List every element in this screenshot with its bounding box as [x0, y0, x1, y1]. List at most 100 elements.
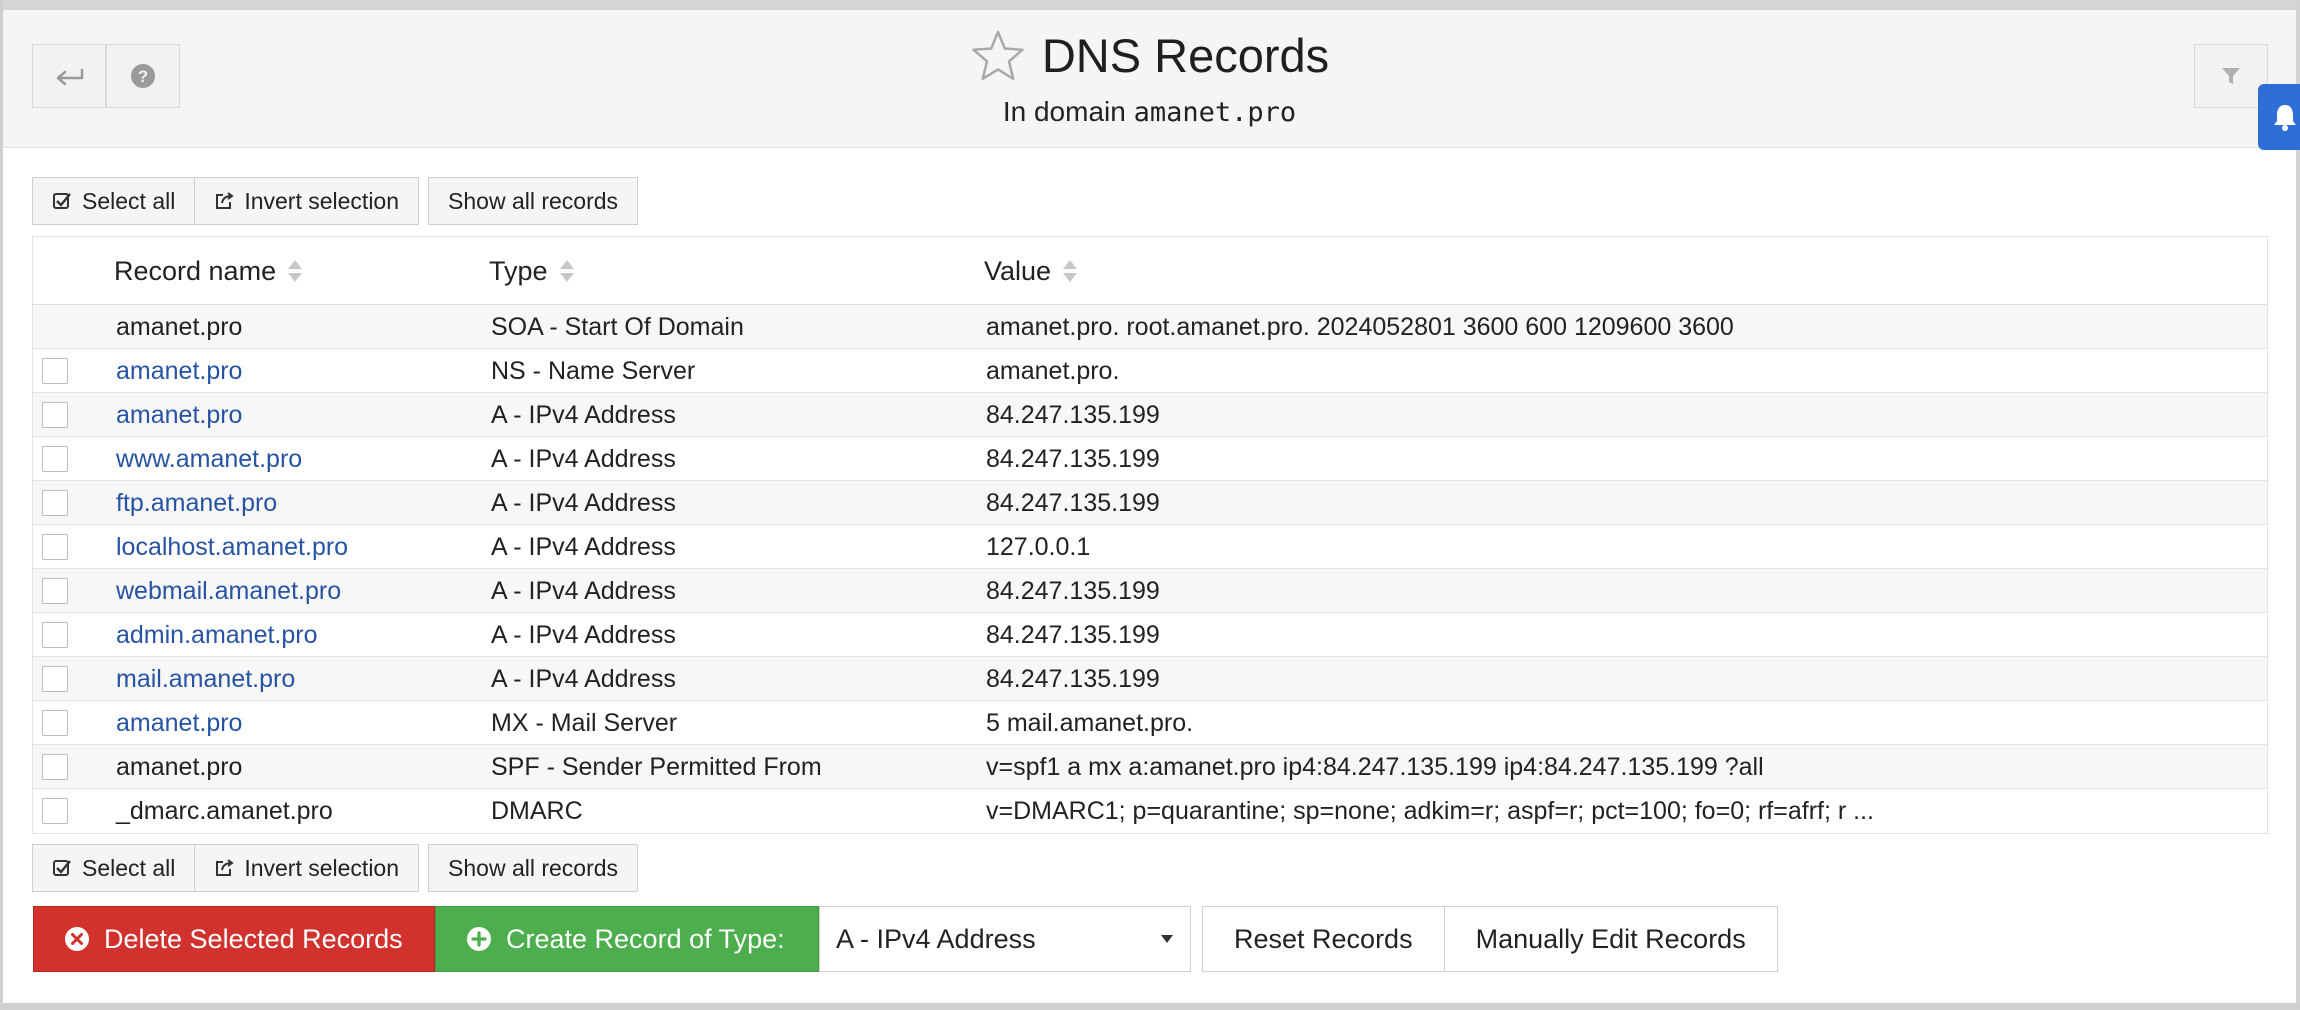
- select-all-button[interactable]: Select all: [32, 844, 196, 892]
- record-name-link[interactable]: amanet.pro: [116, 393, 242, 437]
- show-all-records-button[interactable]: Show all records: [428, 844, 639, 892]
- record-name-link[interactable]: amanet.pro: [116, 701, 242, 745]
- table-row: amanet.pro A - IPv4 Address 84.247.135.1…: [33, 393, 2267, 437]
- reset-label: Reset Records: [1234, 923, 1413, 954]
- records-table: Record name Type Value amanet.pro SOA - …: [32, 236, 2268, 834]
- row-checkbox[interactable]: [42, 798, 68, 824]
- row-checkbox[interactable]: [42, 622, 68, 648]
- table-row: amanet.pro MX - Mail Server 5 mail.amane…: [33, 701, 2267, 745]
- star-icon[interactable]: [970, 29, 1026, 83]
- table-row: localhost.amanet.pro A - IPv4 Address 12…: [33, 525, 2267, 569]
- record-value: 84.247.135.199: [986, 444, 1160, 473]
- page-subtitle: In domain amanet.pro: [3, 96, 2296, 128]
- record-type: A - IPv4 Address: [491, 532, 676, 561]
- record-value: amanet.pro.: [986, 356, 1120, 385]
- column-header-record-name[interactable]: Record name: [114, 237, 303, 305]
- window-frame-bottom: [0, 1003, 2300, 1010]
- row-checkbox[interactable]: [42, 534, 68, 560]
- record-name: _dmarc.amanet.pro: [116, 796, 333, 825]
- row-checkbox[interactable]: [42, 402, 68, 428]
- selection-button-group: Select all Invert selection: [32, 177, 420, 225]
- manual-edit-label: Manually Edit Records: [1475, 923, 1746, 954]
- record-value: 84.247.135.199: [986, 620, 1160, 649]
- create-label: Create Record of Type:: [506, 923, 785, 954]
- share-square-icon: [216, 192, 234, 209]
- invert-selection-button[interactable]: Invert selection: [195, 844, 420, 892]
- sort-icon: [559, 260, 574, 282]
- record-value: v=DMARC1; p=quarantine; sp=none; adkim=r…: [986, 796, 1874, 825]
- record-type: A - IPv4 Address: [491, 444, 676, 473]
- selection-button-group: Select all Invert selection: [32, 844, 420, 892]
- invert-selection-button[interactable]: Invert selection: [195, 177, 420, 225]
- row-checkbox[interactable]: [42, 358, 68, 384]
- selection-toolbar-bottom: Select all Invert selection Show all rec…: [32, 844, 639, 892]
- column-header-type[interactable]: Type: [489, 237, 574, 305]
- record-name: amanet.pro: [116, 752, 243, 781]
- record-value: 84.247.135.199: [986, 576, 1160, 605]
- page-header: ? DNS Records In domain amanet.pro: [3, 10, 2296, 148]
- record-type: A - IPv4 Address: [491, 488, 676, 517]
- record-name-link[interactable]: amanet.pro: [116, 349, 242, 393]
- column-header-label: Value: [984, 255, 1052, 286]
- record-value: v=spf1 a mx a:amanet.pro ip4:84.247.135.…: [986, 752, 1764, 781]
- record-type: SOA - Start Of Domain: [491, 312, 744, 341]
- table-row: amanet.pro SPF - Sender Permitted From v…: [33, 745, 2267, 789]
- page-title: DNS Records: [1041, 29, 1330, 82]
- record-name-link[interactable]: mail.amanet.pro: [116, 657, 295, 701]
- row-checkbox[interactable]: [42, 446, 68, 472]
- table-header: Record name Type Value: [33, 237, 2267, 305]
- select-all-button[interactable]: Select all: [32, 177, 196, 225]
- filter-button[interactable]: [2194, 44, 2268, 108]
- invert-selection-label: Invert selection: [244, 187, 400, 214]
- select-all-label: Select all: [82, 187, 176, 214]
- check-square-icon: [53, 860, 71, 876]
- create-record-button[interactable]: Create Record of Type:: [435, 906, 819, 972]
- record-type-select[interactable]: A - IPv4 Address: [819, 906, 1191, 972]
- table-row: amanet.pro SOA - Start Of Domain amanet.…: [33, 305, 2267, 349]
- caret-down-icon: [1161, 935, 1173, 943]
- table-row: mail.amanet.pro A - IPv4 Address 84.247.…: [33, 657, 2267, 701]
- select-all-label: Select all: [82, 854, 176, 881]
- reset-records-button[interactable]: Reset Records: [1202, 906, 1445, 972]
- record-name-link[interactable]: ftp.amanet.pro: [116, 481, 277, 525]
- record-type: A - IPv4 Address: [491, 620, 676, 649]
- record-type: DMARC: [491, 796, 583, 825]
- record-type: NS - Name Server: [491, 356, 696, 385]
- plus-circle-icon: [467, 927, 491, 951]
- record-name-link[interactable]: www.amanet.pro: [116, 437, 302, 481]
- sort-icon: [1063, 260, 1078, 282]
- record-value: 84.247.135.199: [986, 400, 1160, 429]
- row-checkbox[interactable]: [42, 710, 68, 736]
- delete-selected-records-button[interactable]: Delete Selected Records: [33, 906, 435, 972]
- row-checkbox[interactable]: [42, 578, 68, 604]
- record-type: SPF - Sender Permitted From: [491, 752, 822, 781]
- row-checkbox[interactable]: [42, 666, 68, 692]
- record-value: 84.247.135.199: [986, 488, 1160, 517]
- table-row: ftp.amanet.pro A - IPv4 Address 84.247.1…: [33, 481, 2267, 525]
- record-value: 127.0.0.1: [986, 532, 1091, 561]
- filter-icon: [2222, 68, 2240, 84]
- check-square-icon: [53, 193, 71, 209]
- window-frame-left: [0, 0, 3, 1010]
- column-header-value[interactable]: Value: [984, 237, 1078, 305]
- row-checkbox[interactable]: [42, 754, 68, 780]
- record-value: 84.247.135.199: [986, 664, 1160, 693]
- show-all-records-button[interactable]: Show all records: [428, 177, 639, 225]
- record-type-selected: A - IPv4 Address: [836, 923, 1036, 954]
- title-container: DNS Records: [3, 28, 2296, 88]
- record-name-link[interactable]: webmail.amanet.pro: [116, 569, 341, 613]
- window-frame-right: [2296, 0, 2300, 1010]
- notifications-tab[interactable]: [2258, 84, 2300, 150]
- subtitle-prefix: In domain: [1002, 96, 1134, 127]
- row-checkbox[interactable]: [42, 490, 68, 516]
- manually-edit-records-button[interactable]: Manually Edit Records: [1444, 906, 1778, 972]
- record-type: A - IPv4 Address: [491, 400, 676, 429]
- table-row: webmail.amanet.pro A - IPv4 Address 84.2…: [33, 569, 2267, 613]
- record-name-link[interactable]: localhost.amanet.pro: [116, 525, 348, 569]
- record-name-link[interactable]: admin.amanet.pro: [116, 613, 318, 657]
- delete-label: Delete Selected Records: [104, 923, 403, 954]
- table-row: www.amanet.pro A - IPv4 Address 84.247.1…: [33, 437, 2267, 481]
- record-value: amanet.pro. root.amanet.pro. 2024052801 …: [986, 312, 1734, 341]
- show-all-records-label: Show all records: [448, 187, 619, 214]
- record-type: MX - Mail Server: [491, 708, 678, 737]
